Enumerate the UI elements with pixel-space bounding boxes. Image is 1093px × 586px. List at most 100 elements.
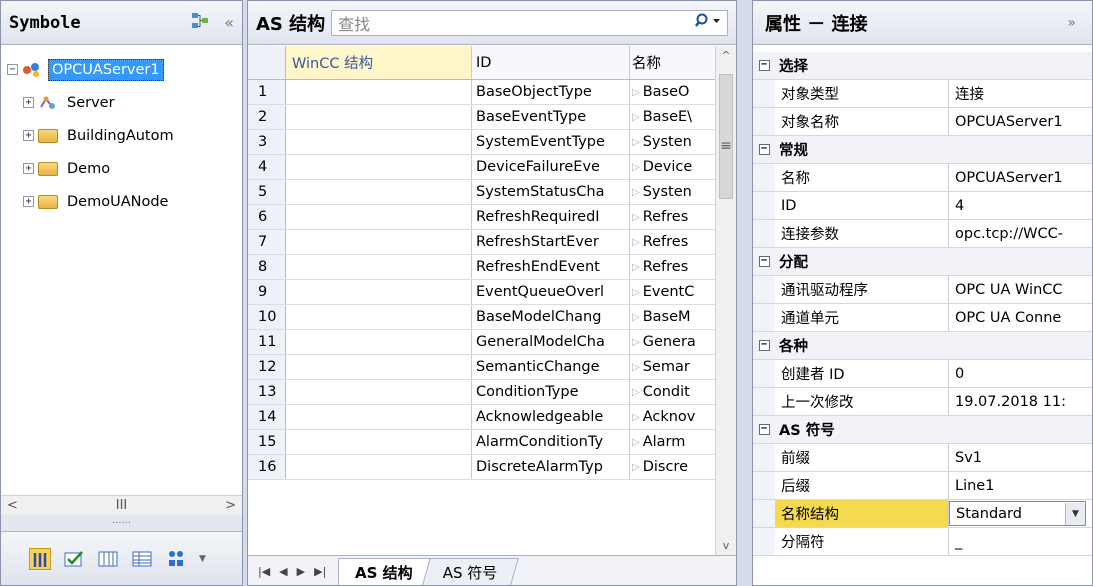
tab-as-symbols[interactable]: AS 符号 — [421, 558, 519, 585]
property-category[interactable]: − 各种 — [753, 332, 1092, 360]
check-list-icon[interactable] — [63, 548, 85, 570]
columns-view-icon[interactable] — [29, 547, 51, 570]
id-cell[interactable]: Acknowledgeable — [472, 405, 630, 429]
table-row[interactable]: 10 BaseModelChang ▷ BaseM — [248, 305, 715, 330]
tree-node-root[interactable]: − OPCUAServer1 — [7, 53, 242, 86]
property-value[interactable]: _ — [949, 528, 1092, 555]
collapse-category-icon[interactable]: − — [758, 340, 770, 351]
tree-node-label[interactable]: Demo — [64, 159, 113, 179]
column-header-name[interactable]: 名称 — [630, 46, 715, 79]
tree-node[interactable]: + BuildingAutom — [7, 119, 242, 152]
scroll-right-button[interactable]: > — [225, 498, 236, 513]
table-row[interactable]: 13 ConditionType ▷ Condit — [248, 380, 715, 405]
property-value[interactable]: Sv1 — [949, 444, 1092, 471]
property-category[interactable]: − 分配 — [753, 248, 1092, 276]
wincc-structure-cell[interactable] — [286, 455, 472, 479]
column-header-wincc[interactable]: WinCC 结构 — [286, 46, 472, 79]
name-cell[interactable]: ▷ Systen — [630, 130, 715, 154]
property-value[interactable]: 0 — [949, 360, 1092, 387]
id-cell[interactable]: ConditionType — [472, 380, 630, 404]
horizontal-scrollbar[interactable]: < III > — [1, 495, 242, 515]
expand-expander-icon[interactable]: + — [23, 97, 34, 108]
id-cell[interactable]: DiscreteAlarmTyp — [472, 455, 630, 479]
next-tab-icon[interactable]: ▶ — [297, 565, 305, 578]
id-cell[interactable]: DeviceFailureEve — [472, 155, 630, 179]
first-tab-icon[interactable]: |◀ — [258, 565, 270, 578]
tree-node[interactable]: + Demo — [7, 152, 242, 185]
id-cell[interactable]: EventQueueOverl — [472, 280, 630, 304]
table-row[interactable]: 9 EventQueueOverl ▷ EventC — [248, 280, 715, 305]
name-cell[interactable]: ▷ Genera — [630, 330, 715, 354]
wincc-structure-cell[interactable] — [286, 130, 472, 154]
property-row[interactable]: 连接参数 opc.tcp://WCC- — [753, 220, 1092, 248]
property-value[interactable]: opc.tcp://WCC- — [949, 220, 1092, 247]
id-cell[interactable]: SystemStatusCha — [472, 180, 630, 204]
name-cell[interactable]: ▷ Discre — [630, 455, 715, 479]
name-structure-select[interactable]: Standard ▼ — [949, 501, 1086, 526]
table-row[interactable]: 4 DeviceFailureEve ▷ Device — [248, 155, 715, 180]
prev-tab-icon[interactable]: ◀ — [279, 565, 287, 578]
property-row[interactable]: 名称 OPCUAServer1 — [753, 164, 1092, 192]
property-value[interactable]: 19.07.2018 11: — [949, 388, 1092, 415]
table-view-icon[interactable] — [131, 548, 153, 570]
tree-node[interactable]: + Server — [7, 86, 242, 119]
collapse-category-icon[interactable]: − — [758, 424, 770, 435]
name-cell[interactable]: ▷ BaseE\ — [630, 105, 715, 129]
wincc-structure-cell[interactable] — [286, 355, 472, 379]
table-row[interactable]: 2 BaseEventType ▷ BaseE\ — [248, 105, 715, 130]
wincc-structure-cell[interactable] — [286, 430, 472, 454]
id-cell[interactable]: BaseModelChang — [472, 305, 630, 329]
table-row[interactable]: 5 SystemStatusCha ▷ Systen — [248, 180, 715, 205]
wincc-structure-cell[interactable] — [286, 230, 472, 254]
id-cell[interactable]: RefreshEndEvent — [472, 255, 630, 279]
property-value[interactable]: OPCUAServer1 — [949, 164, 1092, 191]
tree-node-label[interactable]: DemoUANode — [64, 192, 171, 212]
last-tab-icon[interactable]: ▶| — [314, 565, 326, 578]
name-cell[interactable]: ▷ BaseO — [630, 80, 715, 104]
property-row[interactable]: 通讯驱动程序 OPC UA WinCC — [753, 276, 1092, 304]
property-row[interactable]: 前缀 Sv1 — [753, 444, 1092, 472]
id-cell[interactable]: BaseEventType — [472, 105, 630, 129]
wincc-structure-cell[interactable] — [286, 180, 472, 204]
table-row[interactable]: 3 SystemEventType ▷ Systen — [248, 130, 715, 155]
property-row[interactable]: 创建者 ID 0 — [753, 360, 1092, 388]
id-cell[interactable]: RefreshRequiredI — [472, 205, 630, 229]
search-input[interactable]: 查找 — [331, 9, 728, 36]
expand-expander-icon[interactable]: + — [23, 130, 34, 141]
collapse-expander-icon[interactable]: − — [7, 64, 18, 75]
id-cell[interactable]: SemanticChange — [472, 355, 630, 379]
network-icon[interactable] — [190, 12, 210, 34]
tree-node[interactable]: + DemoUANode — [7, 185, 242, 218]
wincc-structure-cell[interactable] — [286, 330, 472, 354]
wincc-structure-cell[interactable] — [286, 380, 472, 404]
property-row[interactable]: 名称结构 Standard ▼ — [753, 500, 1092, 528]
name-cell[interactable]: ▷ Alarm — [630, 430, 715, 454]
wincc-structure-cell[interactable] — [286, 105, 472, 129]
property-value[interactable]: OPC UA Conne — [949, 304, 1092, 331]
property-row[interactable]: 对象名称 OPCUAServer1 — [753, 108, 1092, 136]
name-cell[interactable]: ▷ Device — [630, 155, 715, 179]
name-cell[interactable]: ▷ Condit — [630, 380, 715, 404]
vertical-scrollbar[interactable]: ^ ≡ v — [715, 46, 736, 556]
splitter-grip[interactable]: ...... — [1, 515, 242, 531]
id-cell[interactable]: SystemEventType — [472, 130, 630, 154]
collapse-category-icon[interactable]: − — [758, 144, 770, 155]
name-cell[interactable]: ▷ EventC — [630, 280, 715, 304]
property-value[interactable]: 4 — [949, 192, 1092, 219]
id-cell[interactable]: RefreshStartEver — [472, 230, 630, 254]
id-cell[interactable]: AlarmConditionTy — [472, 430, 630, 454]
table-row[interactable]: 15 AlarmConditionTy ▷ Alarm — [248, 430, 715, 455]
wincc-structure-cell[interactable] — [286, 405, 472, 429]
property-row[interactable]: 后缀 Line1 — [753, 472, 1092, 500]
property-category[interactable]: − 选择 — [753, 52, 1092, 80]
table-row[interactable]: 11 GeneralModelCha ▷ Genera — [248, 330, 715, 355]
name-cell[interactable]: ▷ Semar — [630, 355, 715, 379]
collapse-category-icon[interactable]: − — [758, 256, 770, 267]
name-cell[interactable]: ▷ Acknov — [630, 405, 715, 429]
users-icon[interactable] — [165, 548, 187, 570]
name-cell[interactable]: ▷ Refres — [630, 205, 715, 229]
wincc-structure-cell[interactable] — [286, 205, 472, 229]
table-row[interactable]: 6 RefreshRequiredI ▷ Refres — [248, 205, 715, 230]
tree-node-label[interactable]: OPCUAServer1 — [48, 58, 164, 81]
scroll-down-icon[interactable]: v — [716, 536, 736, 556]
